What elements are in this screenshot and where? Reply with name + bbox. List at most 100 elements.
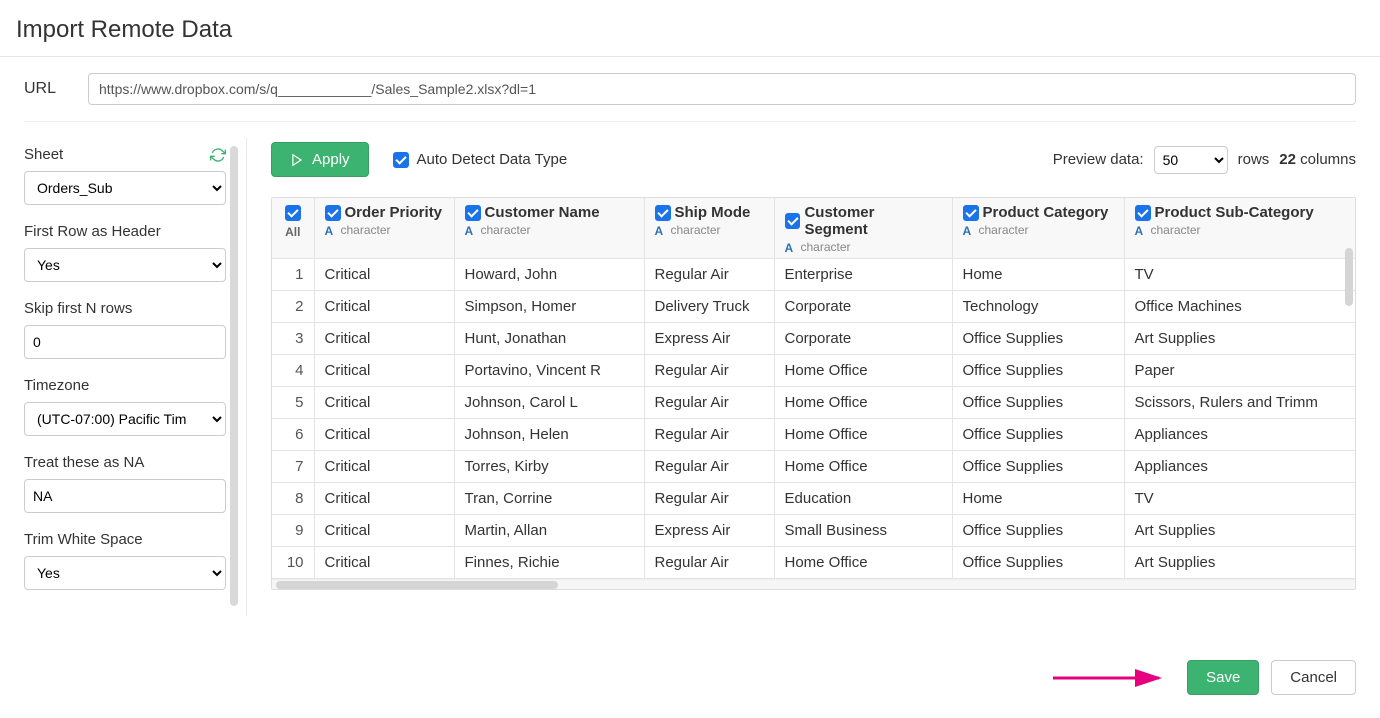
- col-name: Product Sub-Category: [1155, 204, 1314, 221]
- row-number: 5: [272, 387, 314, 419]
- cell: Critical: [314, 451, 454, 483]
- play-icon: [290, 153, 304, 167]
- cell: Howard, John: [454, 259, 644, 291]
- first-row-header-label: First Row as Header: [24, 223, 161, 240]
- type-a-icon: A: [1135, 224, 1147, 236]
- col-header-order-priority[interactable]: Order Priority Acharacter: [314, 198, 454, 259]
- row-number: 9: [272, 515, 314, 547]
- col-type: character: [341, 223, 391, 237]
- all-label: All: [276, 225, 310, 239]
- cell: Tran, Corrine: [454, 483, 644, 515]
- treat-na-input[interactable]: [24, 479, 226, 513]
- cell: Regular Air: [644, 387, 774, 419]
- cell: Art Supplies: [1124, 323, 1355, 355]
- columns-count: 22: [1279, 151, 1296, 168]
- vertical-scrollbar[interactable]: [1345, 248, 1353, 306]
- col-header-customer-name[interactable]: Customer Name Acharacter: [454, 198, 644, 259]
- select-all-checkbox[interactable]: [285, 205, 301, 221]
- cell: Office Supplies: [952, 355, 1124, 387]
- col-name: Ship Mode: [675, 204, 751, 221]
- col-checkbox[interactable]: [1135, 205, 1151, 221]
- apply-button[interactable]: Apply: [271, 142, 369, 177]
- cell: Critical: [314, 387, 454, 419]
- horizontal-scrollbar[interactable]: [272, 579, 1355, 589]
- type-a-icon: A: [655, 224, 667, 236]
- url-row: URL: [0, 57, 1380, 121]
- apply-label: Apply: [312, 151, 350, 168]
- row-number: 10: [272, 547, 314, 579]
- col-header-all[interactable]: All: [272, 198, 314, 259]
- col-name: Product Category: [983, 204, 1109, 221]
- col-type: character: [979, 223, 1029, 237]
- col-header-customer-segment[interactable]: Customer Segment Acharacter: [774, 198, 952, 259]
- cell: Enterprise: [774, 259, 952, 291]
- col-type: character: [801, 240, 851, 254]
- trim-ws-label: Trim White Space: [24, 531, 143, 548]
- col-type: character: [481, 223, 531, 237]
- col-header-product-category[interactable]: Product Category Acharacter: [952, 198, 1124, 259]
- row-number: 6: [272, 419, 314, 451]
- table-wrap: All Order Priority Acharacter Customer N…: [271, 197, 1356, 590]
- row-number: 7: [272, 451, 314, 483]
- cell: Finnes, Richie: [454, 547, 644, 579]
- cell: Critical: [314, 547, 454, 579]
- refresh-icon[interactable]: [210, 147, 226, 163]
- table-row: 1CriticalHoward, JohnRegular AirEnterpri…: [272, 259, 1355, 291]
- auto-detect-checkbox[interactable]: [393, 152, 409, 168]
- preview-rows-select[interactable]: 50: [1154, 146, 1228, 174]
- timezone-label: Timezone: [24, 377, 89, 394]
- sheet-select[interactable]: Orders_Sub: [24, 171, 226, 205]
- cell: Home: [952, 483, 1124, 515]
- cell: TV: [1124, 259, 1355, 291]
- col-checkbox[interactable]: [325, 205, 341, 221]
- save-button[interactable]: Save: [1187, 660, 1259, 695]
- columns-count-wrap: 22 columns: [1279, 151, 1356, 168]
- cell: Regular Air: [644, 483, 774, 515]
- cell: Hunt, Jonathan: [454, 323, 644, 355]
- table-row: 3CriticalHunt, JonathanExpress AirCorpor…: [272, 323, 1355, 355]
- skip-rows-input[interactable]: [24, 325, 226, 359]
- cell: TV: [1124, 483, 1355, 515]
- row-number: 8: [272, 483, 314, 515]
- table-row: 4CriticalPortavino, Vincent RRegular Air…: [272, 355, 1355, 387]
- auto-detect-wrap[interactable]: Auto Detect Data Type: [393, 151, 568, 168]
- url-input[interactable]: [88, 73, 1356, 105]
- timezone-select[interactable]: (UTC-07:00) Pacific Tim: [24, 402, 226, 436]
- col-checkbox[interactable]: [655, 205, 671, 221]
- cell: Portavino, Vincent R: [454, 355, 644, 387]
- table-row: 2CriticalSimpson, HomerDelivery TruckCor…: [272, 291, 1355, 323]
- sidebar-scrollbar[interactable]: [230, 146, 238, 606]
- type-a-icon: A: [785, 241, 797, 253]
- cell: Critical: [314, 419, 454, 451]
- columns-label: columns: [1300, 151, 1356, 168]
- cell: Paper: [1124, 355, 1355, 387]
- cell: Technology: [952, 291, 1124, 323]
- col-checkbox[interactable]: [465, 205, 481, 221]
- cell: Express Air: [644, 515, 774, 547]
- skip-rows-label: Skip first N rows: [24, 300, 132, 317]
- type-a-icon: A: [465, 224, 477, 236]
- cell: Martin, Allan: [454, 515, 644, 547]
- scrollbar-thumb[interactable]: [276, 581, 558, 589]
- col-checkbox[interactable]: [963, 205, 979, 221]
- cell: Office Supplies: [952, 419, 1124, 451]
- col-header-product-sub-category[interactable]: Product Sub-Category Acharacter: [1124, 198, 1355, 259]
- cell: Home Office: [774, 387, 952, 419]
- col-header-ship-mode[interactable]: Ship Mode Acharacter: [644, 198, 774, 259]
- cell: Critical: [314, 355, 454, 387]
- cell: Art Supplies: [1124, 515, 1355, 547]
- trim-ws-select[interactable]: Yes: [24, 556, 226, 590]
- sheet-label: Sheet: [24, 146, 63, 163]
- cell: Appliances: [1124, 419, 1355, 451]
- col-name: Customer Segment: [804, 204, 941, 238]
- col-checkbox[interactable]: [785, 213, 801, 229]
- cell: Critical: [314, 515, 454, 547]
- first-row-header-select[interactable]: Yes: [24, 248, 226, 282]
- cell: Simpson, Homer: [454, 291, 644, 323]
- footer: Save Cancel: [0, 632, 1380, 715]
- arrow-annotation: [1051, 666, 1171, 690]
- cell: Small Business: [774, 515, 952, 547]
- col-type: character: [671, 223, 721, 237]
- cancel-button[interactable]: Cancel: [1271, 660, 1356, 695]
- controls-row: Apply Auto Detect Data Type Preview data…: [271, 142, 1356, 177]
